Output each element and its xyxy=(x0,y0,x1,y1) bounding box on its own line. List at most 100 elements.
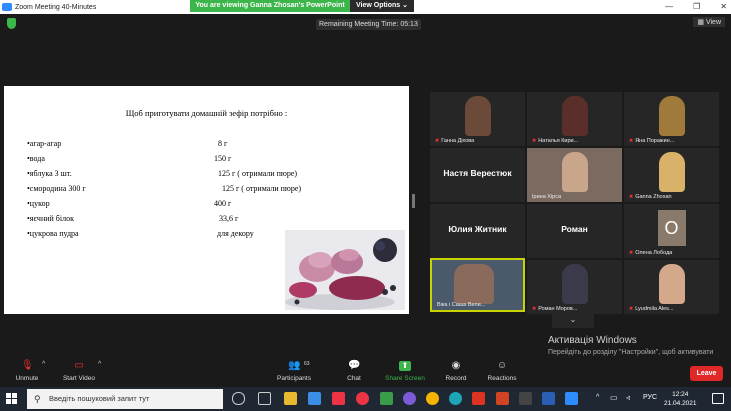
taskbar-search-input[interactable]: ⚲ Введіть пошуковий запит тут xyxy=(27,389,223,409)
participants-icon: 👥 xyxy=(288,360,301,371)
volume-icon[interactable]: ◃ xyxy=(626,393,630,402)
notifications-icon[interactable] xyxy=(712,393,724,404)
participant-tile[interactable]: Юлия Житник xyxy=(430,204,525,258)
video-options-caret[interactable]: ^ xyxy=(98,361,101,368)
participant-tile[interactable]: Роман xyxy=(527,204,622,258)
participant-tile[interactable]: ✖ Ганна Діхова xyxy=(430,92,525,146)
participant-name: Наталья Кири... xyxy=(538,138,579,144)
taskbar-clock[interactable]: 12:24 21.04.2021 xyxy=(664,390,697,408)
split-handle[interactable] xyxy=(412,194,415,208)
muted-microphone-icon: 🎙 xyxy=(21,360,34,371)
store-icon[interactable] xyxy=(308,392,321,405)
reactions-button[interactable]: ☺ Reactions xyxy=(485,361,519,383)
cortana-icon[interactable] xyxy=(232,392,245,405)
participant-video xyxy=(453,264,494,304)
powerpoint-icon[interactable] xyxy=(496,392,509,405)
participant-tile[interactable]: ✖ Яна Поражин... xyxy=(624,92,719,146)
security-shield-icon[interactable] xyxy=(7,18,16,29)
muted-mic-icon: ✖ xyxy=(532,138,537,144)
app-icon[interactable] xyxy=(519,392,532,405)
app-icon[interactable] xyxy=(380,392,393,405)
participant-tile-active-speaker[interactable]: Віка і Саша Вели... xyxy=(430,258,525,312)
opera-icon[interactable] xyxy=(356,392,369,405)
marshmallow-photo xyxy=(285,230,405,310)
share-screen-button[interactable]: ⬆ Share Screen xyxy=(383,361,427,382)
slide-title: Щоб приготувати домашній зефір потрібно … xyxy=(125,108,288,118)
ingredient-name: •яєчний білок xyxy=(27,214,74,223)
participant-name: Lyudmila Ales... xyxy=(635,306,674,312)
participant-tile[interactable]: ✖ Ganna Zhosan xyxy=(624,148,719,202)
search-icon: ⚲ xyxy=(34,394,41,404)
view-options-button[interactable]: View Options ⌄ xyxy=(350,0,414,12)
ingredient-name: •агар-агар xyxy=(27,139,62,148)
remaining-time: Remaining Meeting Time: 05:13 xyxy=(316,19,421,30)
participant-tile[interactable]: ✖ Роман Моров... xyxy=(527,260,622,314)
edge-icon[interactable] xyxy=(449,392,462,405)
share-banner: You are viewing Ganna Zhosan's PowerPoin… xyxy=(190,0,414,12)
network-icon[interactable]: ▭ xyxy=(610,393,618,402)
ingredient-name: •яблука 3 шт. xyxy=(27,169,72,178)
record-button[interactable]: ◉ Record xyxy=(444,360,468,383)
taskbar-search-placeholder: Введіть пошуковий запит тут xyxy=(49,394,150,403)
ingredient-amount: 125 г ( отримали пюре) xyxy=(222,184,302,193)
ingredient-amount: для декору xyxy=(217,229,254,238)
clock-time: 12:24 xyxy=(672,391,689,398)
language-indicator[interactable]: РУС xyxy=(643,394,657,401)
zoom-icon xyxy=(2,3,12,11)
ingredient-amount: 150 г xyxy=(214,154,232,163)
close-icon[interactable]: ✕ xyxy=(720,0,727,14)
tray-overflow-icon[interactable]: ^ xyxy=(596,394,599,401)
viber-icon[interactable] xyxy=(403,392,416,405)
file-explorer-icon[interactable] xyxy=(284,392,297,405)
muted-mic-icon: ✖ xyxy=(532,306,537,312)
clock-date: 21.04.2021 xyxy=(664,400,697,407)
chrome-icon[interactable] xyxy=(426,392,439,405)
record-icon: ◉ xyxy=(451,360,461,371)
participant-tile[interactable]: Ірина Хірса xyxy=(527,148,622,202)
participant-tile[interactable]: О ✖ Олена Лобода xyxy=(624,204,719,258)
muted-mic-icon: ✖ xyxy=(629,250,634,256)
ingredient-amount: 400 г xyxy=(214,199,232,208)
view-button[interactable]: ▦ View xyxy=(693,17,725,27)
participant-avatar: О xyxy=(657,210,686,246)
participant-name: Яна Поражин... xyxy=(635,138,675,144)
start-video-button[interactable]: ▭ Start Video xyxy=(60,361,98,383)
muted-mic-icon: ✖ xyxy=(629,138,634,144)
windows-taskbar: ⚲ Введіть пошуковий запит тут ^ ▭ ◃ РУС … xyxy=(0,387,731,411)
chat-icon: 💬 xyxy=(348,360,361,371)
windows-start-icon[interactable] xyxy=(6,393,18,405)
muted-mic-icon: ✖ xyxy=(435,138,440,144)
ingredient-amount: 125 г ( отримали пюре) xyxy=(218,169,298,178)
pdf-reader-icon[interactable] xyxy=(472,392,485,405)
share-screen-label: Share Screen xyxy=(385,375,425,382)
participant-name: Юлия Житник xyxy=(448,224,507,234)
chat-button[interactable]: 💬 Chat xyxy=(344,360,364,383)
app-icon[interactable] xyxy=(332,392,345,405)
window-title: Zoom Meeting 40-Minutes xyxy=(15,3,97,11)
chat-label: Chat xyxy=(347,375,361,382)
shared-slide: Щоб приготувати домашній зефір потрібно … xyxy=(4,86,409,314)
word-icon[interactable] xyxy=(542,392,555,405)
participant-name: Настя Верестюк xyxy=(443,168,512,178)
participants-label: Participants xyxy=(277,375,311,382)
unmute-button[interactable]: 🎙 Unmute xyxy=(14,360,40,383)
minimize-icon[interactable]: — xyxy=(665,0,673,14)
participant-tile[interactable]: ✖ Наталья Кири... xyxy=(527,92,622,146)
zoom-taskbar-icon[interactable] xyxy=(565,392,578,405)
participant-video xyxy=(464,96,491,136)
ingredient-amount: 8 г xyxy=(218,139,228,148)
leave-button[interactable]: Leave xyxy=(690,366,723,381)
ingredient-name: •цукор xyxy=(27,199,50,208)
audio-options-caret[interactable]: ^ xyxy=(42,361,45,368)
muted-mic-icon: ✖ xyxy=(629,194,634,200)
maximize-icon[interactable]: ❐ xyxy=(693,0,700,14)
participant-video xyxy=(658,152,685,192)
participants-button[interactable]: 👥 63 Participants xyxy=(274,360,314,383)
ingredient-name: •цукрова пудра xyxy=(27,229,79,238)
share-banner-message: You are viewing Ganna Zhosan's PowerPoin… xyxy=(190,0,350,12)
grid-icon: ▦ xyxy=(697,19,706,26)
participant-tile[interactable]: Настя Верестюк xyxy=(430,148,525,202)
grid-scroll-down-button[interactable]: ⌄ xyxy=(552,312,594,328)
participant-tile[interactable]: ✖ Lyudmila Ales... xyxy=(624,260,719,314)
task-view-icon[interactable] xyxy=(258,392,271,405)
